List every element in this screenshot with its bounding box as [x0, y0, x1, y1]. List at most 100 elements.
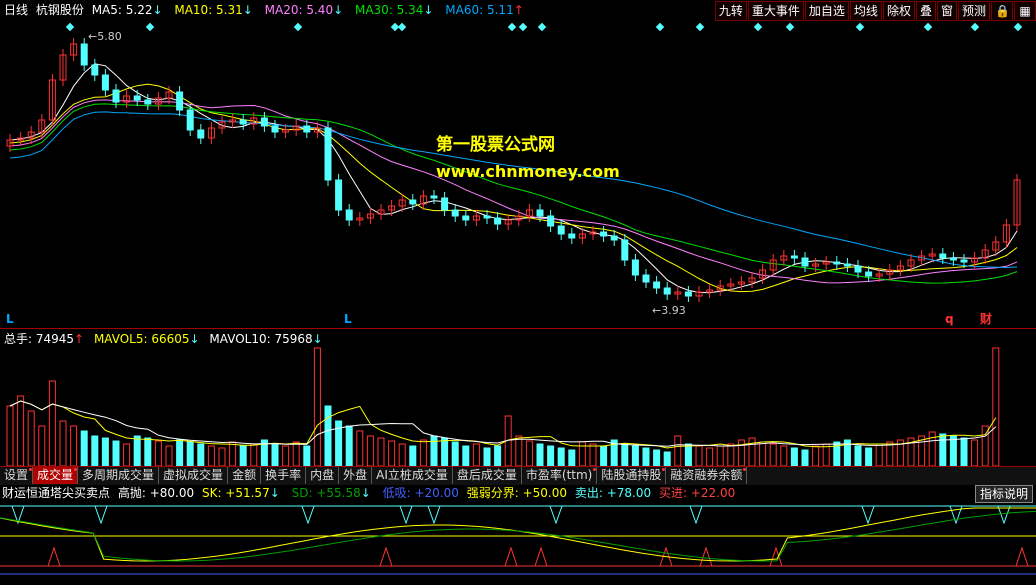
event-marker-icon [753, 22, 763, 32]
candle-body [430, 195, 438, 199]
event-marker-icon [655, 22, 665, 32]
tab-inner[interactable]: 内盘 [306, 467, 340, 484]
arrow-down-icon: ↓ [269, 486, 280, 500]
volume-bar [91, 435, 99, 466]
period-label[interactable]: 日线 [4, 3, 28, 17]
volume-bar [716, 445, 724, 466]
candle-body [801, 257, 809, 267]
arrow-down-icon: ↓ [423, 3, 434, 17]
indicator-chart[interactable] [0, 503, 1036, 585]
volume-bar [186, 441, 194, 466]
volume-bar [568, 449, 576, 466]
volume-bar [123, 443, 131, 466]
candle-body [260, 117, 268, 127]
toolbar-button-exright[interactable]: 除权 [882, 1, 915, 21]
sk-value: SK: +51.57↓ [201, 486, 280, 500]
ma20-line [9, 99, 1018, 284]
tab-margin-balance[interactable]: 融资融券余额 [666, 467, 748, 484]
volume-chart[interactable] [0, 344, 1036, 466]
candle-body [557, 225, 565, 235]
indicator-tabs: 设置 成交量 多周期成交量 虚拟成交量 金额 换手率 内盘 外盘 AI立桩成交量… [0, 466, 1036, 485]
volume-bar [313, 347, 321, 466]
volume-bar [886, 441, 894, 466]
volume-bar [949, 435, 957, 466]
arrow-down-icon: ↓ [242, 3, 253, 17]
event-marker-icon [970, 22, 980, 32]
candle-body [653, 281, 661, 289]
candle-body [239, 119, 247, 125]
volume-bar [769, 443, 777, 466]
buy-signal-icon [1015, 546, 1029, 567]
sell-signal-icon [399, 505, 413, 525]
tab-volume[interactable]: 成交量 [33, 467, 79, 484]
volume-bar [229, 441, 237, 466]
candle-body [176, 91, 184, 111]
tab-settings[interactable]: 设置 [0, 467, 34, 484]
dixi-value: 低吸: +20.00 [382, 486, 459, 500]
volume-bar [345, 425, 353, 466]
tab-ai-volume[interactable]: AI立桩成交量 [372, 467, 453, 484]
event-marker-icon [855, 22, 865, 32]
lock-icon[interactable]: 🔒 [991, 1, 1013, 21]
pane-divider [0, 328, 1036, 329]
indicator-name: 财运恒通塔尖买卖点 [2, 486, 111, 500]
tab-turnover[interactable]: 换手率 [261, 467, 307, 484]
volume-bar [854, 445, 862, 466]
volume-bar [112, 440, 120, 466]
candle-body [865, 271, 873, 277]
dot-icon [593, 468, 597, 471]
volume-bar [875, 443, 883, 466]
sell-signal-icon [549, 505, 563, 525]
low-price-label: ←3.93 [652, 304, 686, 317]
toolbar-button-ma[interactable]: 均线 [849, 1, 882, 21]
toolbar-button-forecast[interactable]: 预测 [957, 1, 990, 21]
volume-bar [101, 437, 109, 466]
tab-after-hours-volume[interactable]: 盘后成交量 [453, 467, 522, 484]
candle-body [409, 199, 417, 205]
candle-body [112, 89, 120, 103]
toolbar-button-add-watchlist[interactable]: 加自选 [804, 1, 849, 21]
volume-bar [430, 435, 438, 466]
volume-bar [154, 440, 162, 466]
volume-bar [176, 439, 184, 466]
candle-body [271, 125, 279, 133]
volume-bar [748, 437, 756, 466]
tab-outer[interactable]: 外盘 [339, 467, 373, 484]
sell-signal-icon [94, 505, 108, 525]
toolbar-button-jiuzhuan[interactable]: 九转 [714, 1, 747, 21]
candle-body [949, 257, 957, 261]
candle-body [536, 209, 544, 217]
candle-body [684, 291, 692, 297]
indicator-help-button[interactable]: 指标说明 [974, 485, 1033, 503]
volume-bar [441, 437, 449, 466]
arrow-up-icon: ↑ [513, 3, 524, 17]
toolbar-button-events[interactable]: 重大事件 [747, 1, 804, 21]
volume-bar [525, 440, 533, 466]
menu-grid-icon[interactable]: ▦ [1014, 1, 1036, 21]
qrfj-value: 强弱分界: +50.00 [466, 486, 568, 500]
volume-bar [27, 410, 35, 466]
sell-signal-icon [301, 505, 315, 525]
tab-virtual-volume[interactable]: 虚拟成交量 [159, 467, 229, 484]
tab-pe-ttm[interactable]: 市盈率(ttm) [522, 467, 598, 484]
candle-body [833, 261, 841, 265]
candle-body [939, 253, 947, 259]
sd-value: SD: +55.58↓ [291, 486, 371, 500]
volume-bar [6, 405, 14, 466]
event-marker-icon [65, 22, 75, 32]
candle-body [451, 209, 459, 217]
tab-northbound-holdings[interactable]: 陆股通持股 [597, 467, 667, 484]
tab-multi-period-volume[interactable]: 多周期成交量 [78, 467, 160, 484]
event-marker-icon [507, 22, 517, 32]
arrow-down-icon: ↓ [333, 3, 344, 17]
volume-bar [642, 447, 650, 466]
toolbar-button-overlay[interactable]: 叠 [915, 1, 936, 21]
tab-amount[interactable]: 金额 [228, 467, 262, 484]
candle-body [186, 109, 194, 131]
candle-body [547, 215, 555, 227]
toolbar-button-window[interactable]: 窗 [936, 1, 957, 21]
dot-icon [662, 468, 666, 471]
volume-bar [271, 443, 279, 466]
volume-bar [801, 449, 809, 466]
candle-body [441, 197, 449, 211]
